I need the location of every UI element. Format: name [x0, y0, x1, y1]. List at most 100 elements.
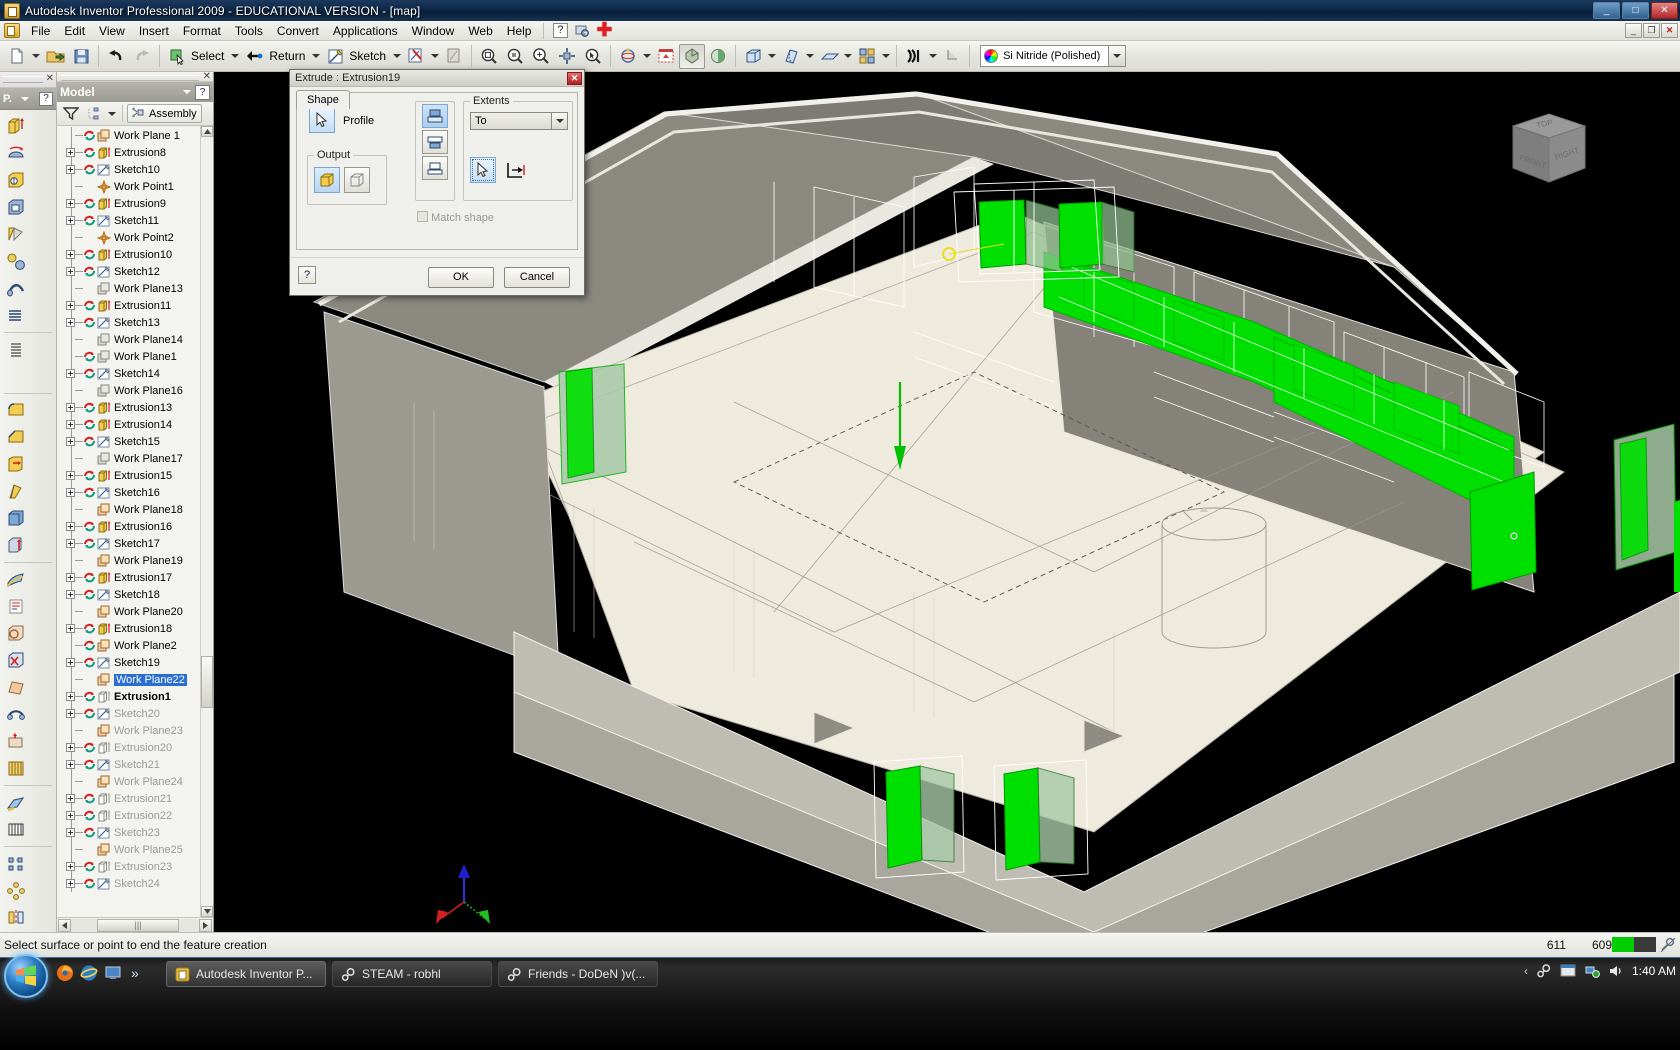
mdi-close-button[interactable]: ✕	[1661, 23, 1678, 38]
undo-icon[interactable]	[103, 44, 129, 69]
tree-node[interactable]: Work Plane2	[57, 637, 213, 654]
update-dropdown-icon[interactable]	[429, 44, 441, 69]
rectangular-pattern-icon[interactable]	[3, 851, 28, 876]
tree-node[interactable]: Extrusion17	[57, 569, 213, 586]
menu-web[interactable]: Web	[461, 22, 499, 40]
tree-expand-icon[interactable]	[66, 743, 75, 752]
satellite-icon[interactable]	[1660, 937, 1676, 956]
help-assistant-icon[interactable]	[573, 22, 591, 39]
update-icon[interactable]	[403, 44, 429, 69]
direction-1-button[interactable]	[422, 104, 448, 128]
tree-node[interactable]: Extrusion23	[57, 858, 213, 875]
sketch-button[interactable]: Sketch	[322, 44, 391, 69]
tree-expand-icon[interactable]	[66, 471, 75, 480]
sculpt-icon[interactable]	[3, 729, 28, 754]
tree-node[interactable]: Sketch21	[57, 756, 213, 773]
tree-node[interactable]: Work Point1	[57, 178, 213, 195]
tree-expand-icon[interactable]	[66, 760, 75, 769]
return-button[interactable]: Return	[241, 44, 310, 69]
wireframe-icon[interactable]	[816, 44, 842, 69]
circular-pattern-icon[interactable]	[3, 878, 28, 903]
thicken-offset-icon[interactable]	[3, 506, 28, 531]
match-shape-box[interactable]	[417, 211, 428, 222]
add-plus-icon[interactable]: ✚	[595, 21, 613, 40]
orbit-dropdown-icon[interactable]	[641, 44, 653, 69]
tree-node[interactable]: Extrusion22	[57, 807, 213, 824]
table-icon[interactable]	[3, 756, 28, 781]
quick-launch-overflow[interactable]: »	[131, 965, 139, 981]
tree-node[interactable]: Sketch13	[57, 314, 213, 331]
tab-shape[interactable]: Shape	[296, 90, 350, 109]
model-panel-chevron-down-icon[interactable]	[183, 90, 191, 94]
tree-node[interactable]: Work Plane13	[57, 280, 213, 297]
extrude-dialog[interactable]: Extrude : Extrusion19 ✕ Shape More Profi…	[289, 69, 585, 296]
steam-icon[interactable]	[1536, 963, 1552, 979]
tree-node[interactable]: Extrusion14	[57, 416, 213, 433]
panel-bar-help-icon[interactable]: ?	[38, 91, 53, 106]
select-button[interactable]: Select	[164, 44, 229, 69]
start-button[interactable]	[4, 954, 48, 998]
wireframe-dropdown-icon[interactable]	[842, 44, 854, 69]
shaded-icon[interactable]	[740, 44, 766, 69]
tree-node[interactable]: Extrusion16	[57, 518, 213, 535]
tree-node[interactable]: Work Plane22	[57, 671, 213, 688]
tree-expand-icon[interactable]	[66, 301, 75, 310]
tree-expand-icon[interactable]	[66, 811, 75, 820]
menu-view[interactable]: View	[92, 22, 132, 40]
help-topics-icon[interactable]: ?	[551, 22, 569, 39]
look-at-icon[interactable]	[653, 44, 679, 69]
shadow-icon[interactable]	[705, 44, 731, 69]
tree-expand-icon[interactable]	[66, 420, 75, 429]
sketch3d-icon[interactable]	[3, 817, 28, 842]
menu-file[interactable]: File	[24, 22, 57, 40]
move-face-icon[interactable]	[3, 675, 28, 700]
tree-node[interactable]: Sketch20	[57, 705, 213, 722]
tree-expand-icon[interactable]	[66, 828, 75, 837]
panel-bar-chevron-down-icon[interactable]	[21, 96, 30, 101]
tree-node[interactable]: Sketch14	[57, 365, 213, 382]
derived-component-icon[interactable]	[3, 567, 28, 592]
rib-icon[interactable]	[3, 222, 28, 247]
decal-icon[interactable]	[3, 594, 28, 619]
dialog-close-button[interactable]: ✕	[567, 71, 582, 85]
tree-node[interactable]: Sketch24	[57, 875, 213, 892]
bend-part-icon[interactable]	[3, 702, 28, 727]
firefox-icon[interactable]	[56, 964, 74, 982]
mdi-restore-button[interactable]: ❐	[1643, 23, 1660, 38]
new-file-icon[interactable]	[4, 44, 30, 69]
sketch2d-icon[interactable]	[3, 790, 28, 815]
tree-node[interactable]: Extrusion21	[57, 790, 213, 807]
model-tree[interactable]: Work Plane 1 Extrusion8 Sketch10 Work Point…	[57, 126, 213, 917]
h-scroll-thumb[interactable]: |||	[97, 918, 179, 932]
expand-tree-dropdown-icon[interactable]	[106, 101, 118, 126]
model-panel-grip[interactable]: ✕	[57, 71, 213, 82]
tree-node[interactable]: Work Plane1	[57, 348, 213, 365]
tree-vertical-scrollbar[interactable]	[200, 126, 213, 917]
model-panel-header[interactable]: Model ?	[57, 82, 213, 102]
direction-symmetric-button[interactable]	[422, 156, 448, 180]
tree-expand-icon[interactable]	[66, 879, 75, 888]
tree-node[interactable]: Extrusion10	[57, 246, 213, 263]
extrude-icon[interactable]	[3, 114, 28, 139]
shell-icon[interactable]	[3, 195, 28, 220]
multi-view-icon[interactable]	[854, 44, 880, 69]
tree-expand-icon[interactable]	[66, 692, 75, 701]
select-dropdown-icon[interactable]	[229, 44, 241, 69]
tree-node[interactable]: Work Plane23	[57, 722, 213, 739]
hole-icon[interactable]	[3, 168, 28, 193]
profile-pick-button[interactable]	[309, 107, 335, 133]
tree-node[interactable]: Work Point2	[57, 229, 213, 246]
model-panel-help-icon[interactable]: ?	[195, 84, 210, 100]
extend-face-button[interactable]	[504, 158, 528, 182]
tree-horizontal-scrollbar[interactable]: |||	[57, 917, 213, 932]
tree-expand-icon[interactable]	[66, 369, 75, 378]
mdi-window-buttons[interactable]: _ ❐ ✕	[1625, 23, 1678, 38]
terminator-pick-button[interactable]	[470, 157, 496, 183]
tree-expand-icon[interactable]	[66, 165, 75, 174]
sketch-dropdown-icon[interactable]	[391, 44, 403, 69]
tree-node[interactable]: Sketch18	[57, 586, 213, 603]
volume-icon[interactable]	[1608, 963, 1624, 979]
tree-expand-icon[interactable]	[66, 216, 75, 225]
tree-node[interactable]: Extrusion1	[57, 688, 213, 705]
panel-bar-selector[interactable]: P. ?	[0, 88, 56, 110]
